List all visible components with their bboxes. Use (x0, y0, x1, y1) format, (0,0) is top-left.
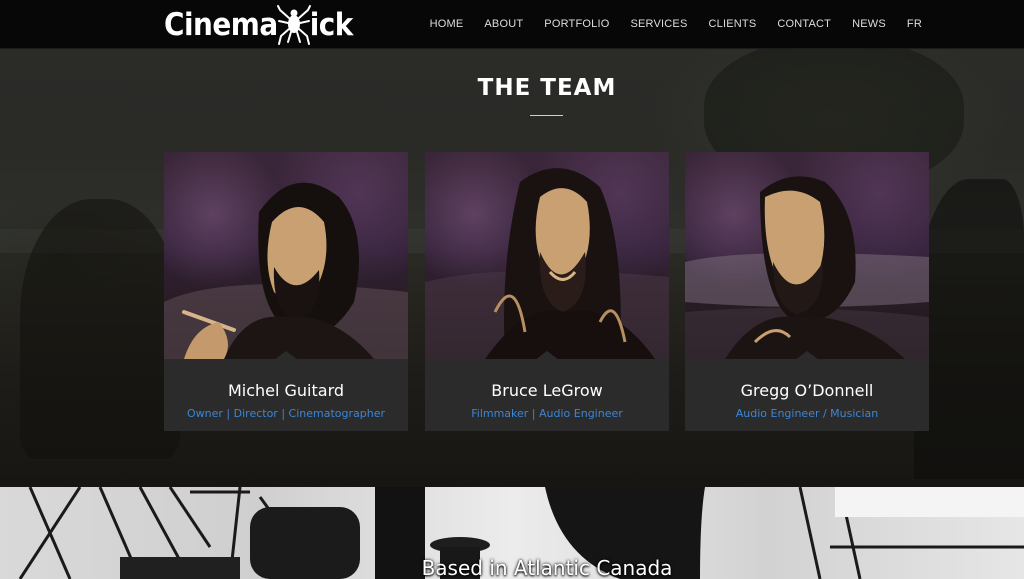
logo-text-left: Cinema (164, 7, 278, 43)
member-role[interactable]: Audio Engineer / Musician (685, 407, 929, 420)
member-role[interactable]: Owner | Director | Cinematographer (164, 407, 408, 420)
team-photo (164, 152, 408, 359)
site-logo[interactable]: Cinema ick (164, 4, 353, 46)
team-card-gregg[interactable]: Gregg O’Donnell Audio Engineer / Musicia… (685, 152, 929, 431)
location-heading: Based in Atlantic Canada (421, 556, 673, 579)
tick-icon (276, 5, 311, 45)
team-card-michel[interactable]: Michel Guitard Owner | Director | Cinema… (164, 152, 408, 431)
team-photo (685, 152, 929, 359)
nav-about[interactable]: ABOUT (484, 18, 523, 30)
nav-clients[interactable]: CLIENTS (709, 18, 757, 30)
member-name: Gregg O’Donnell (740, 381, 874, 400)
card-caret (535, 351, 559, 360)
card-caret (274, 351, 298, 360)
nav-language-fr[interactable]: FR (907, 18, 922, 30)
title-divider (530, 115, 563, 116)
team-card-bruce[interactable]: Bruce LeGrow Filmmaker | Audio Engineer (425, 152, 669, 431)
team-section: THE TEAM Michel Guitard Owner | Director… (0, 49, 1024, 487)
nav-contact[interactable]: CONTACT (777, 18, 831, 30)
background-figure-left (20, 199, 180, 459)
site-header: Cinema ick HOME ABOUT PORTFOLIO SERVICES… (0, 0, 1024, 49)
logo-text-right: ick (309, 7, 354, 43)
background-figure-right (914, 179, 1024, 479)
portrait-illustration (685, 176, 929, 359)
member-name: Bruce LeGrow (491, 381, 603, 400)
member-role[interactable]: Filmmaker | Audio Engineer (425, 407, 669, 420)
team-photo (425, 152, 669, 359)
nav-portfolio[interactable]: PORTFOLIO (544, 18, 609, 30)
nav-services[interactable]: SERVICES (630, 18, 687, 30)
portrait-illustration (164, 182, 408, 359)
member-name: Michel Guitard (227, 381, 345, 400)
nav-news[interactable]: NEWS (852, 18, 886, 30)
main-nav: HOME ABOUT PORTFOLIO SERVICES CLIENTS CO… (409, 18, 922, 30)
nav-home[interactable]: HOME (430, 18, 464, 30)
card-caret (795, 351, 819, 360)
portrait-illustration (425, 168, 669, 359)
section-title: THE TEAM (477, 75, 617, 101)
